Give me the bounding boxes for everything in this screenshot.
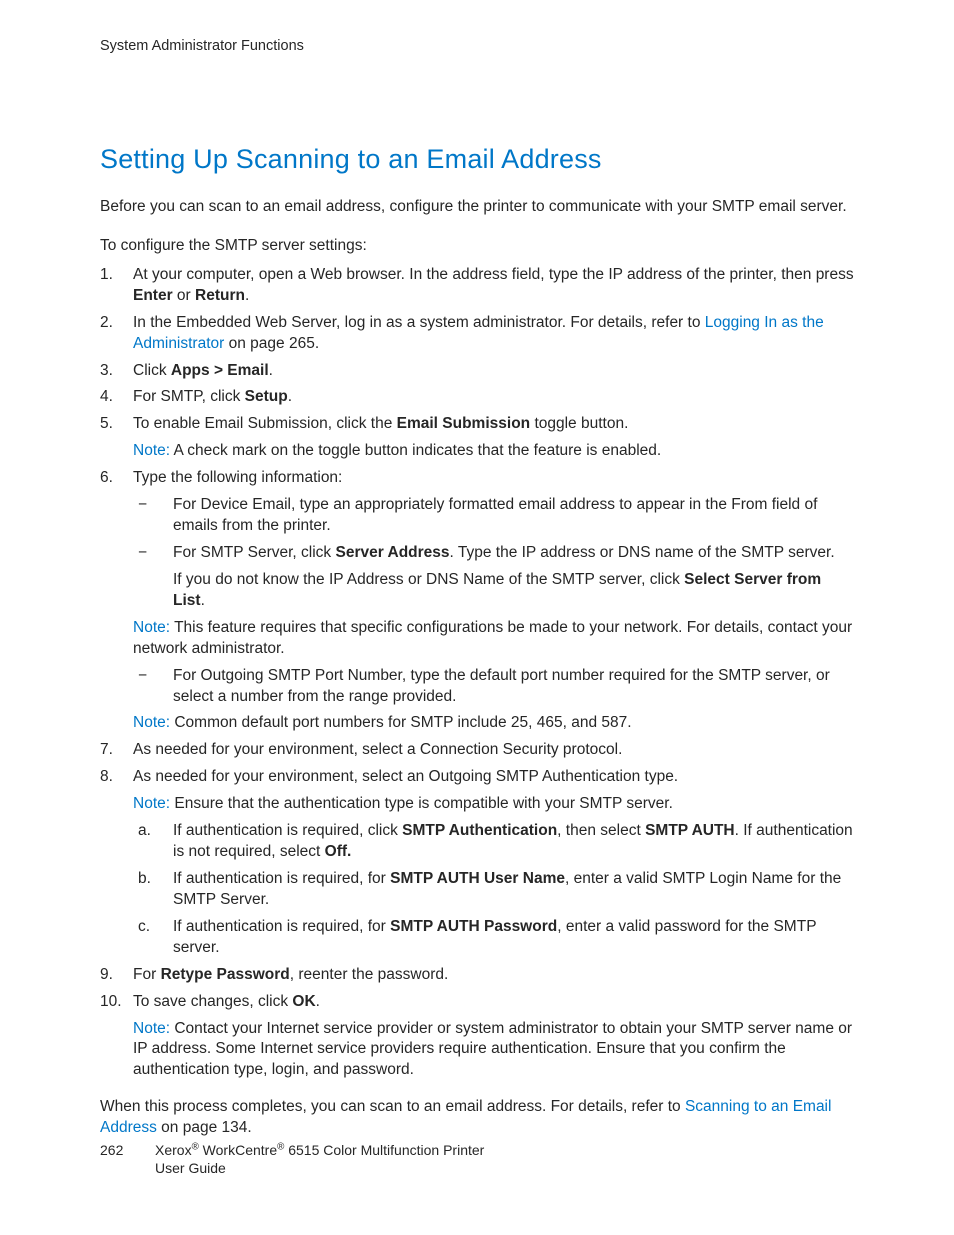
step-8a: If authentication is required, click SMT… xyxy=(133,821,854,863)
step-6-item-1: For Device Email, type an appropriately … xyxy=(133,495,854,537)
step-5: To enable Email Submission, click the Em… xyxy=(100,414,854,462)
running-header: System Administrator Functions xyxy=(100,38,854,54)
step-8c: If authentication is required, for SMTP … xyxy=(133,917,854,959)
step-7: As needed for your environment, select a… xyxy=(100,740,854,761)
note-step6b: Note: Common default port numbers for SM… xyxy=(133,713,854,734)
note-step8: Note: Ensure that the authentication typ… xyxy=(133,794,854,815)
step-6-item-2: For SMTP Server, click Server Address. T… xyxy=(133,543,854,612)
note-step6a: Note: This feature requires that specifi… xyxy=(133,618,854,660)
step-3: Click Apps > Email. xyxy=(100,361,854,382)
note-step5: Note: A check mark on the toggle button … xyxy=(133,441,854,462)
step-9: For Retype Password, reenter the passwor… xyxy=(100,965,854,986)
step-8: As needed for your environment, select a… xyxy=(100,767,854,958)
page-footer: 262 Xerox® WorkCentre® 6515 Color Multif… xyxy=(100,1141,484,1177)
step-6-item-3: For Outgoing SMTP Port Number, type the … xyxy=(133,666,854,708)
page-title: Setting Up Scanning to an Email Address xyxy=(100,144,854,175)
step-8b: If authentication is required, for SMTP … xyxy=(133,869,854,911)
closing-paragraph: When this process completes, you can sca… xyxy=(100,1097,854,1139)
step-6: Type the following information: For Devi… xyxy=(100,468,854,734)
step-1: At your computer, open a Web browser. In… xyxy=(100,265,854,307)
step-2: In the Embedded Web Server, log in as a … xyxy=(100,313,854,355)
step-6-item-2-extra: If you do not know the IP Address or DNS… xyxy=(173,570,854,612)
note-step10: Note: Contact your Internet service prov… xyxy=(133,1019,854,1082)
page-number: 262 xyxy=(100,1141,155,1159)
step-10: To save changes, click OK. Note: Contact… xyxy=(100,992,854,1082)
footer-doc-type: User Guide xyxy=(155,1159,484,1177)
step-4: For SMTP, click Setup. xyxy=(100,387,854,408)
steps-list: At your computer, open a Web browser. In… xyxy=(100,265,854,1081)
footer-product: Xerox® WorkCentre® 6515 Color Multifunct… xyxy=(155,1141,484,1159)
lead-paragraph: To configure the SMTP server settings: xyxy=(100,236,854,257)
intro-paragraph: Before you can scan to an email address,… xyxy=(100,197,854,218)
